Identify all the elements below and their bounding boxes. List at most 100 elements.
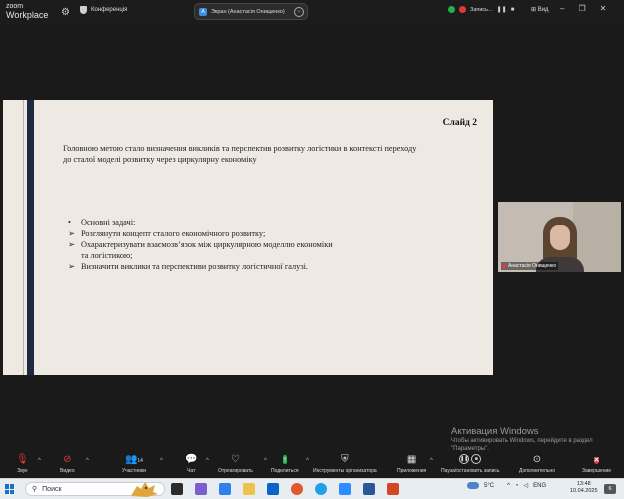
pause-stop-icons: ❚❚ ■ <box>459 454 482 466</box>
chevron-up-icon[interactable]: ^ <box>264 458 267 464</box>
video-button[interactable]: ⊘ Видео <box>60 454 75 474</box>
powerpoint-icon[interactable] <box>387 483 399 495</box>
participants-button[interactable]: 👥14 Участники <box>122 454 146 474</box>
opera-icon[interactable] <box>291 483 303 495</box>
share-button[interactable]: ↑ Поделиться <box>271 454 299 474</box>
audio-button[interactable]: 🎙 Звук <box>16 454 29 474</box>
activation-title: Активация Windows <box>451 426 539 437</box>
chevron-up-icon[interactable]: ^ <box>306 458 309 464</box>
taskbar-app-icon[interactable] <box>267 483 279 495</box>
more-button[interactable]: ⊙ Дополнительно <box>519 454 555 474</box>
video-label: Видео <box>60 468 75 474</box>
close-icon[interactable]: ✕ <box>600 4 607 13</box>
word-icon[interactable] <box>363 483 375 495</box>
participant-face <box>550 225 570 250</box>
chevron-up-icon[interactable]: ^ <box>160 458 163 464</box>
edge-icon[interactable] <box>315 483 327 495</box>
end-meeting-button[interactable]: ✕ Завершение <box>582 454 611 474</box>
arrow-marker: ➢ <box>68 262 75 271</box>
view-button[interactable]: ⊞ Вид <box>531 6 549 13</box>
apps-button[interactable]: ▦ Приложения <box>397 454 426 474</box>
shared-slide: Слайд 2 Головною метою стало визначення … <box>3 100 493 375</box>
zoom-logo: zoom Workplace <box>6 2 48 20</box>
mic-muted-icon: 🎙 <box>16 454 29 465</box>
chevron-up-icon[interactable]: ^ <box>86 458 89 464</box>
list-item: ➢ Визначити виклики та перспективи розви… <box>68 261 333 272</box>
participants-icon: 👥14 <box>124 454 143 465</box>
recording-label: Запись... <box>470 6 493 13</box>
slide-main-text: Головною метою стало визначення викликів… <box>63 144 417 164</box>
shield-icon <box>80 6 87 14</box>
audio-label: Звук <box>17 468 28 474</box>
list-item-text: Охарактеризувати взаємозв’язок між цирку… <box>81 240 333 249</box>
meeting-toolbar: 🎙 Звук ^ ⊘ Видео ^ 👥14 Участники ^ 💬 Чат… <box>0 452 624 478</box>
chevron-up-icon[interactable]: ^ <box>206 458 209 464</box>
screen-share-label: Экран (Анастасія Онищенко) <box>211 8 285 15</box>
sharer-avatar: A <box>199 7 207 16</box>
search-highlight-dragon-icon <box>131 482 158 497</box>
apps-label: Приложения <box>397 468 427 474</box>
chevron-up-icon[interactable]: ^ <box>430 458 433 464</box>
chevron-up-icon[interactable]: ^ <box>507 483 510 489</box>
windows-start-icon[interactable] <box>5 484 15 494</box>
bullet-marker: • <box>68 218 71 227</box>
search-placeholder: Поиск <box>42 485 62 493</box>
system-tray: 5°C ^ ◔ ◁ ENG <box>467 482 546 489</box>
network-icon[interactable]: ◔ <box>515 483 519 489</box>
view-label: Вид <box>537 7 549 13</box>
minimize-icon[interactable]: – <box>560 4 564 13</box>
arrow-marker: ➢ <box>68 229 75 238</box>
slide-accent-bar <box>27 100 34 375</box>
host-tools-button[interactable]: ⛨ Инструменты организатора <box>313 454 377 474</box>
language-indicator[interactable]: ENG <box>533 483 546 489</box>
shield-icon: ⛨ <box>341 454 349 465</box>
reactions-button[interactable]: ♡ Отреагировать <box>218 454 253 474</box>
taskbar-clock[interactable]: 13:48 10.04.2025 <box>570 481 598 495</box>
task-view-icon[interactable] <box>171 483 183 495</box>
arrow-marker: ➢ <box>68 240 75 249</box>
meeting-title-bar: zoom Workplace ⚙ Конференція A Экран (Ан… <box>0 0 624 24</box>
maximize-icon[interactable]: ❐ <box>578 4 585 13</box>
more-label: Дополнительно <box>519 468 555 474</box>
windows-taskbar: ⚲ Поиск 5°C ^ ◔ ◁ ENG 13:48 10.04.2025 6 <box>0 478 624 499</box>
pause-recording-button[interactable]: ❚❚ ■ Пауза/остановить запись <box>441 454 500 474</box>
participant-name: Анастасія Онищенко <box>508 263 557 269</box>
end-label: Завершение <box>582 468 612 474</box>
stop-recording-icon[interactable]: ■ <box>511 7 515 13</box>
weather-temp: 5°C <box>484 482 495 489</box>
apps-icon: ▦ <box>406 454 417 465</box>
file-explorer-icon[interactable] <box>243 483 255 495</box>
clock-time: 13:48 <box>576 481 591 487</box>
list-item: • Основні задачі: <box>68 217 333 228</box>
clock-date: 10.04.2025 <box>570 488 598 494</box>
gear-icon[interactable]: ⚙ <box>61 7 70 18</box>
share-screen-icon: ↑ <box>282 455 287 464</box>
heart-icon: ♡ <box>230 454 240 465</box>
reactions-label: Отреагировать <box>218 468 253 474</box>
meeting-info[interactable]: Конференція <box>80 6 127 14</box>
security-icon[interactable] <box>448 6 455 13</box>
list-item: ➢ Розглянути концепт сталого економічног… <box>68 228 333 239</box>
chevron-up-icon[interactable]: ^ <box>38 458 41 464</box>
activation-subtitle: Чтобы активировать Windows, перейдите в … <box>451 438 593 452</box>
share-label: Поделиться <box>271 468 299 474</box>
slide-divider-line <box>23 100 24 375</box>
chat-button[interactable]: 💬 Чат <box>185 454 197 474</box>
taskbar-app-icon[interactable] <box>219 483 231 495</box>
zoom-icon[interactable] <box>339 483 351 495</box>
search-icon: ⚲ <box>32 486 38 493</box>
notification-badge[interactable]: 6 <box>604 484 616 494</box>
volume-icon[interactable]: ◁ <box>524 482 529 489</box>
more-icon: ⊙ <box>532 454 542 465</box>
chat-icon: 💬 <box>185 454 198 465</box>
participant-video-tile[interactable]: Анастасія Онищенко <box>498 202 621 272</box>
taskbar-app-icon[interactable] <box>195 483 207 495</box>
minus-icon[interactable]: − <box>294 6 304 17</box>
recording-icon <box>459 6 466 13</box>
pause-recording-label: Пауза/остановить запись <box>441 468 500 474</box>
list-item-text: Основні задачі: <box>81 218 136 227</box>
list-item-text: Визначити виклики та перспективи розвитк… <box>81 262 308 271</box>
participants-label: Участники <box>122 468 146 474</box>
screen-share-indicator[interactable]: A Экран (Анастасія Онищенко) − <box>194 3 308 20</box>
pause-recording-icon[interactable]: ❚❚ <box>497 6 507 13</box>
